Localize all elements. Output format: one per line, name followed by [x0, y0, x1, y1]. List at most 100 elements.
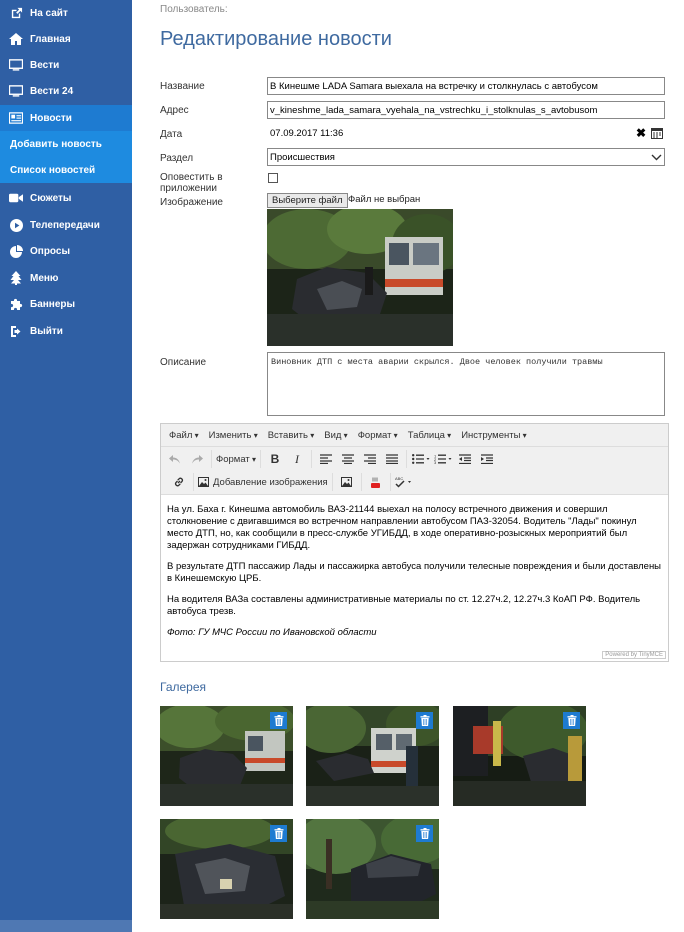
sidebar-item-add-news[interactable]: Добавить новость	[0, 131, 132, 157]
sidebar-item-vesti[interactable]: Вести	[0, 52, 132, 78]
menu-edit[interactable]: Изменить	[209, 430, 258, 441]
sidebar-item-label: Выйти	[30, 325, 63, 337]
format-dropdown[interactable]: Формат ▾	[216, 450, 256, 468]
notify-label: Оповестить в приложении	[160, 172, 223, 194]
align-justify-icon[interactable]	[382, 450, 402, 468]
gallery-item[interactable]	[306, 706, 439, 806]
editor-toolbar: Формат ▾ B I 123	[161, 447, 668, 471]
delete-button[interactable]	[270, 712, 287, 729]
main-content: Пользователь: Редактирование новости Наз…	[132, 0, 684, 932]
menu-tools[interactable]: Инструменты	[461, 430, 527, 441]
section-label: Раздел	[160, 153, 194, 164]
clear-icon[interactable]: ✖	[636, 126, 646, 140]
spellcheck-icon[interactable]: ABC	[395, 473, 415, 491]
link-icon[interactable]	[169, 473, 189, 491]
editor-caption: Фото: ГУ МЧС России по Ивановской област…	[167, 627, 377, 638]
sidebar-item-site[interactable]: На сайт	[0, 0, 132, 26]
section-select-value: Происшествия	[270, 151, 335, 163]
numbered-list-icon[interactable]: 123	[433, 450, 453, 468]
video-camera-icon	[9, 191, 23, 205]
sign-out-icon	[9, 324, 23, 338]
powered-by[interactable]: Powered by TinyMCE	[602, 651, 666, 659]
sidebar-item-logout[interactable]: Выйти	[0, 318, 132, 344]
trash-icon	[420, 715, 430, 726]
description-textarea[interactable]: Виновник ДТП с места аварии скрылся. Дво…	[267, 352, 665, 416]
title-label: Название	[160, 81, 205, 92]
description-label: Описание	[160, 357, 207, 368]
image-icon	[198, 477, 209, 487]
delete-button[interactable]	[416, 712, 433, 729]
delete-button[interactable]	[416, 825, 433, 842]
sidebar-item-label: Сюжеты	[30, 192, 72, 204]
outdent-icon[interactable]	[455, 450, 475, 468]
trash-icon	[274, 828, 284, 839]
address-input[interactable]: v_kineshme_lada_samara_vyehala_na_vstrec…	[267, 101, 665, 119]
undo-icon[interactable]	[165, 450, 185, 468]
page-title: Редактирование новости	[160, 28, 392, 50]
sidebar-item-news-list[interactable]: Список новостей	[0, 157, 132, 183]
sidebar-item-banners[interactable]: Баннеры	[0, 291, 132, 317]
date-input[interactable]: 07.09.2017 11:36	[270, 128, 343, 139]
sidebar-item-label: Вести	[30, 59, 60, 71]
sidebar-item-vesti24[interactable]: Вести 24	[0, 78, 132, 104]
gallery-item[interactable]	[306, 819, 439, 919]
sidebar-item-label: Меню	[30, 272, 59, 284]
gallery-item[interactable]	[453, 706, 586, 806]
gallery-item[interactable]	[160, 819, 293, 919]
delete-button[interactable]	[270, 825, 287, 842]
sidebar-item-news[interactable]: Новости	[0, 105, 132, 131]
indent-icon[interactable]	[477, 450, 497, 468]
youtube-icon[interactable]	[366, 473, 386, 491]
sidebar-item-home[interactable]: Главная	[0, 26, 132, 52]
sidebar-item-tv-shows[interactable]: Телепередачи	[0, 212, 132, 238]
monitor-icon	[9, 58, 23, 72]
gallery-item[interactable]	[160, 706, 293, 806]
choose-file-button[interactable]: Выберите файл	[267, 193, 348, 208]
sidebar-footer	[0, 920, 132, 932]
trash-icon	[567, 715, 577, 726]
home-icon	[9, 32, 23, 46]
menu-view[interactable]: Вид	[324, 430, 347, 441]
play-icon	[9, 218, 23, 232]
editor-paragraph: В результате ДТП пассажир Лады и пассажи…	[167, 561, 662, 584]
menu-format[interactable]: Формат	[358, 430, 398, 441]
editor-toolbar-2: Добавление изображения ABC	[161, 470, 668, 495]
editor-paragraph: На ул. Баха г. Кинешма автомобиль ВАЗ-21…	[167, 504, 637, 551]
svg-text:ABC: ABC	[395, 476, 403, 481]
add-image-button[interactable]: Добавление изображения	[198, 473, 328, 491]
menu-table[interactable]: Таблица	[408, 430, 452, 441]
format-dropdown-label: Формат	[216, 453, 250, 465]
sidebar-item-menu[interactable]: Меню	[0, 265, 132, 291]
puzzle-icon	[9, 297, 23, 311]
editor-content[interactable]: На ул. Баха г. Кинешма автомобиль ВАЗ-21…	[167, 504, 661, 648]
sidebar-item-label: Добавить новость	[10, 138, 102, 150]
svg-text:3: 3	[434, 460, 437, 464]
sidebar-item-polls[interactable]: Опросы	[0, 238, 132, 264]
image-icon[interactable]	[337, 473, 357, 491]
title-input[interactable]: В Кинешме LADA Samara выехала на встречк…	[267, 77, 665, 95]
delete-button[interactable]	[563, 712, 580, 729]
calendar-icon[interactable]	[651, 127, 663, 139]
align-center-icon[interactable]	[338, 450, 358, 468]
editor-paragraph: На водителя ВАЗа составлены администрати…	[167, 594, 641, 617]
date-label: Дата	[160, 129, 183, 140]
align-right-icon[interactable]	[360, 450, 380, 468]
sidebar-item-label: Телепередачи	[30, 219, 100, 231]
italic-icon[interactable]: I	[287, 450, 307, 468]
monitor-icon	[9, 84, 23, 98]
section-select[interactable]: Происшествия	[267, 148, 665, 166]
menu-insert[interactable]: Вставить	[268, 430, 315, 441]
bullet-list-icon[interactable]	[411, 450, 431, 468]
bold-icon[interactable]: B	[265, 450, 285, 468]
add-image-label: Добавление изображения	[213, 476, 328, 488]
notify-checkbox[interactable]	[268, 173, 278, 183]
pie-chart-icon	[9, 244, 23, 258]
align-left-icon[interactable]	[316, 450, 336, 468]
sidebar-item-stories[interactable]: Сюжеты	[0, 185, 132, 211]
external-link-icon	[9, 6, 23, 20]
chevron-down-icon	[651, 154, 662, 161]
sidebar-item-label: На сайт	[30, 7, 68, 19]
trash-icon	[274, 715, 284, 726]
menu-file[interactable]: Файл	[169, 430, 199, 441]
redo-icon[interactable]	[187, 450, 207, 468]
